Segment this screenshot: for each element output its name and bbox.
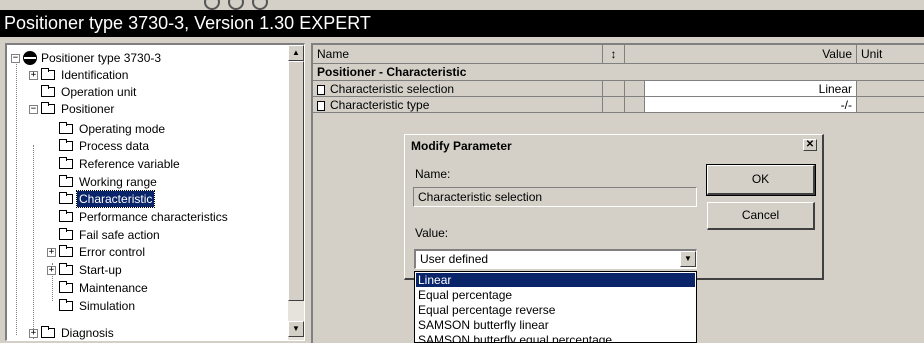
column-header-unit[interactable]: Unit	[857, 45, 924, 64]
combo-value: User defined	[420, 252, 489, 266]
row-value[interactable]: Linear	[645, 81, 857, 97]
tree-item-label: Error control	[79, 245, 146, 259]
folder-icon	[59, 245, 73, 257]
dialog-title: Modify Parameter	[411, 139, 512, 153]
ok-button[interactable]: OK	[706, 164, 816, 196]
folder-icon	[41, 326, 55, 338]
dropdown-option[interactable]: Linear	[416, 273, 695, 287]
tree-item-label: Diagnosis	[61, 326, 114, 340]
cancel-button[interactable]: Cancel	[707, 202, 815, 230]
expand-icon[interactable]: +	[29, 329, 38, 338]
value-dropdown-list[interactable]: Linear Equal percentage Equal percentage…	[414, 271, 697, 343]
folder-icon	[59, 139, 73, 151]
group-row: Positioner - Characteristic	[313, 64, 924, 81]
folder-icon	[59, 263, 73, 275]
tree-item-label: Maintenance	[79, 281, 148, 295]
tree-item-label: Performance characteristics	[79, 210, 228, 224]
tree-item-label: Working range	[79, 175, 157, 189]
folder-open-icon	[41, 102, 55, 114]
toolbar-icon[interactable]	[228, 0, 244, 10]
tree-item-label: Fail safe action	[79, 228, 160, 242]
toolbar-icon[interactable]	[204, 0, 220, 10]
scroll-thumb[interactable]	[288, 61, 304, 301]
tree-item-label: Characteristic	[75, 190, 156, 208]
tree-item-label: Simulation	[79, 299, 136, 313]
name-label: Name:	[415, 167, 451, 181]
expand-icon[interactable]: +	[47, 248, 56, 257]
column-header-value[interactable]: Value	[625, 45, 857, 64]
grid-header: Name ↕ Value Unit	[313, 45, 924, 64]
folder-icon	[41, 85, 55, 97]
folder-icon	[59, 157, 73, 169]
expand-icon[interactable]: +	[29, 71, 38, 80]
tree-item-label: Process data	[79, 139, 150, 153]
folder-icon	[59, 228, 73, 240]
collapse-icon[interactable]: −	[29, 105, 38, 114]
toolbar-icon[interactable]	[252, 0, 268, 10]
tree-item-label: Positioner type 3730-3	[41, 51, 162, 65]
tree-item-label: Reference variable	[79, 157, 180, 171]
navigation-tree[interactable]: − Positioner type 3730-3 + Identificatio…	[5, 43, 305, 341]
dropdown-option[interactable]: Equal percentage reverse	[416, 303, 695, 317]
folder-icon	[59, 299, 73, 311]
sort-icon[interactable]: ↕	[603, 45, 625, 64]
tree-scrollbar[interactable]: ▲ ▼	[288, 45, 304, 340]
folder-icon	[59, 281, 73, 293]
close-icon[interactable]: ✕	[803, 139, 817, 151]
row-value[interactable]: -/-	[645, 97, 857, 113]
expand-icon[interactable]: +	[47, 266, 56, 275]
row-name: Characteristic selection	[330, 82, 455, 96]
device-icon	[23, 51, 37, 65]
column-header-name[interactable]: Name	[313, 45, 603, 64]
group-label: Positioner - Characteristic	[317, 65, 467, 79]
folder-icon	[41, 68, 55, 80]
row-name: Characteristic type	[330, 98, 430, 112]
parameter-icon	[317, 101, 325, 111]
folder-icon	[59, 122, 73, 134]
folder-open-icon	[59, 192, 73, 204]
folder-icon	[59, 210, 73, 222]
dropdown-option[interactable]: Equal percentage	[416, 288, 695, 302]
collapse-icon[interactable]: −	[11, 54, 20, 63]
value-combobox[interactable]: User defined ▼	[414, 249, 697, 269]
tree-item-label: Operation unit	[61, 85, 137, 99]
tree-item-label: Identification	[61, 68, 129, 82]
toolbar	[0, 0, 924, 10]
table-row[interactable]: Characteristic selection Linear	[313, 81, 924, 97]
window-title: Positioner type 3730-3, Version 1.30 EXP…	[0, 10, 924, 37]
dropdown-option[interactable]: SAMSON butterfly equal percentage	[416, 333, 695, 342]
dropdown-option[interactable]: SAMSON butterfly linear	[416, 318, 695, 332]
name-field: Characteristic selection	[413, 187, 697, 207]
scroll-down-icon[interactable]: ▼	[288, 321, 304, 337]
tree-item-label: Start-up	[79, 263, 122, 277]
chevron-down-icon[interactable]: ▼	[680, 251, 696, 267]
tree-item-label: Positioner	[61, 102, 115, 116]
tree-item-label: Operating mode	[79, 122, 166, 136]
parameter-icon	[317, 85, 325, 95]
dialog-titlebar[interactable]: Modify Parameter ✕	[407, 137, 820, 155]
table-row[interactable]: Characteristic type -/-	[313, 97, 924, 113]
folder-icon	[59, 175, 73, 187]
scroll-up-icon[interactable]: ▲	[288, 45, 304, 61]
value-label: Value:	[415, 226, 449, 240]
